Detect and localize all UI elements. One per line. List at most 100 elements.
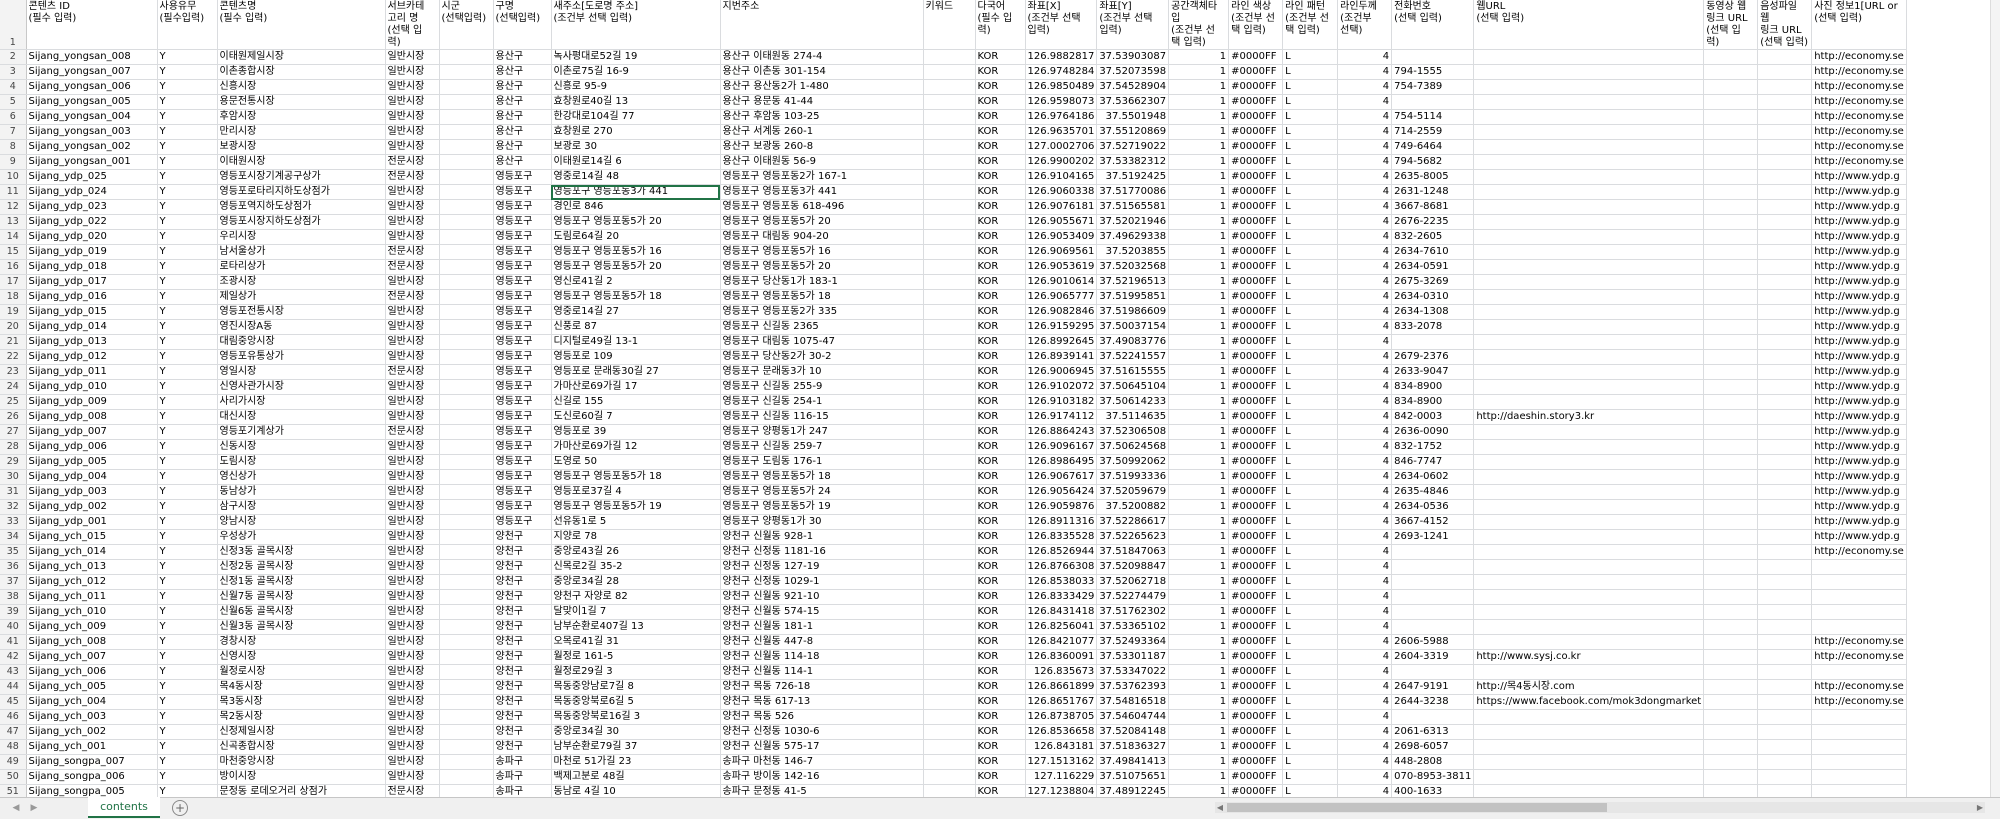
cell[interactable]: L	[1282, 589, 1339, 605]
cell[interactable]	[1703, 604, 1759, 620]
cell[interactable]: 1	[1168, 184, 1230, 200]
header-cell[interactable]: 공간객체타 입 (조건부 선 택 입력)	[1168, 0, 1230, 50]
cell[interactable]: 삼구시장	[217, 499, 386, 515]
cell[interactable]: 37.53301187	[1096, 649, 1170, 665]
cell[interactable]: 2634-7610	[1391, 244, 1475, 260]
cell[interactable]	[923, 349, 976, 365]
cell[interactable]: KOR	[975, 199, 1026, 215]
cell[interactable]	[1757, 244, 1813, 260]
cell[interactable]: 일반시장	[385, 79, 440, 95]
row-number[interactable]: 17	[0, 274, 27, 290]
cell[interactable]: 2635-4846	[1391, 484, 1475, 500]
cell[interactable]: 1	[1168, 274, 1230, 290]
cell[interactable]: Y	[157, 589, 218, 605]
row-number[interactable]: 49	[0, 754, 27, 770]
cell[interactable]: 846-7747	[1391, 454, 1475, 470]
cell[interactable]: #0000FF	[1228, 754, 1284, 770]
cell[interactable]	[1473, 124, 1705, 140]
cell[interactable]: #0000FF	[1228, 769, 1284, 785]
add-sheet-icon[interactable]: +	[172, 800, 188, 816]
cell[interactable]	[1391, 559, 1475, 575]
cell[interactable]: #0000FF	[1228, 169, 1284, 185]
cell[interactable]: 일반시장	[385, 544, 440, 560]
cell[interactable]: 4	[1337, 529, 1393, 545]
cell[interactable]: 37.55120869	[1096, 124, 1170, 140]
cell[interactable]	[439, 154, 494, 170]
cell[interactable]: KOR	[975, 679, 1026, 695]
cell[interactable]: Y	[157, 154, 218, 170]
cell[interactable]: 일반시장	[385, 304, 440, 320]
cell[interactable]: 일반시장	[385, 394, 440, 410]
cell[interactable]: KOR	[975, 754, 1026, 770]
cell[interactable]: Sijang_yongsan_006	[26, 79, 158, 95]
cell[interactable]	[1757, 664, 1813, 680]
cell[interactable]	[923, 94, 976, 110]
cell[interactable]	[1757, 559, 1813, 575]
cell[interactable]	[1811, 709, 1907, 725]
cell[interactable]	[1473, 139, 1705, 155]
cell[interactable]	[1473, 724, 1705, 740]
row-number[interactable]: 34	[0, 529, 27, 545]
cell[interactable]: L	[1282, 124, 1339, 140]
cell[interactable]: 1	[1168, 229, 1230, 245]
cell[interactable]: Sijang_ydp_001	[26, 514, 158, 530]
cell[interactable]	[1473, 169, 1705, 185]
cell[interactable]	[1757, 94, 1813, 110]
cell[interactable]	[923, 424, 976, 440]
cell[interactable]: 126.9065777	[1025, 289, 1098, 305]
cell[interactable]: 일반시장	[385, 649, 440, 665]
cell[interactable]: 양천구 신월동 114-18	[720, 649, 924, 665]
cell[interactable]: #0000FF	[1228, 334, 1284, 350]
cell[interactable]: Y	[157, 754, 218, 770]
cell[interactable]: Sijang_ych_012	[26, 574, 158, 590]
cell[interactable]: Sijang_ydp_003	[26, 484, 158, 500]
cell[interactable]: Sijang_ydp_008	[26, 409, 158, 425]
cell[interactable]: 목동중앙북로16길 3	[551, 709, 721, 725]
cell[interactable]: L	[1282, 244, 1339, 260]
cell[interactable]: 이촌종합시장	[217, 64, 386, 80]
cell[interactable]: 양천구 목동 617-13	[720, 694, 924, 710]
row-number[interactable]: 40	[0, 619, 27, 635]
cell[interactable]: 126.9082846	[1025, 304, 1098, 320]
cell[interactable]: 신영사관가시장	[217, 379, 386, 395]
cell[interactable]: 신월7동 골목시장	[217, 589, 386, 605]
cell[interactable]: 126.8651767	[1025, 694, 1098, 710]
cell[interactable]: #0000FF	[1228, 424, 1284, 440]
cell[interactable]	[439, 334, 494, 350]
header-cell[interactable]: 좌표[X] (조건부 선택 입력)	[1025, 0, 1098, 50]
cell[interactable]: KOR	[975, 409, 1026, 425]
cell[interactable]: 용산구	[493, 49, 552, 65]
row-number[interactable]: 37	[0, 574, 27, 590]
cell[interactable]: 37.54604744	[1096, 709, 1170, 725]
cell[interactable]: Y	[157, 304, 218, 320]
cell[interactable]: 1	[1168, 214, 1230, 230]
cell[interactable]: 용산구 용산동2가 1-480	[720, 79, 924, 95]
cell[interactable]	[923, 469, 976, 485]
cell[interactable]: 1	[1168, 454, 1230, 470]
cell[interactable]: 전문시장	[385, 364, 440, 380]
cell[interactable]: 4	[1337, 304, 1393, 320]
cell[interactable]: #0000FF	[1228, 139, 1284, 155]
cell[interactable]: Y	[157, 679, 218, 695]
cell[interactable]: 영등포구 양평동1가 30	[720, 514, 924, 530]
cell[interactable]: L	[1282, 349, 1339, 365]
cell[interactable]: 4	[1337, 544, 1393, 560]
cell[interactable]: 효창원로 270	[551, 124, 721, 140]
cell[interactable]: 영진시장A동	[217, 319, 386, 335]
cell[interactable]: 영등포구 영등포동5가 20	[551, 214, 721, 230]
cell[interactable]: Y	[157, 184, 218, 200]
cell[interactable]: 송파구	[493, 754, 552, 770]
cell[interactable]	[1391, 544, 1475, 560]
cell[interactable]	[923, 109, 976, 125]
cell[interactable]: 1	[1168, 154, 1230, 170]
cell[interactable]: #0000FF	[1228, 724, 1284, 740]
cell[interactable]: L	[1282, 529, 1339, 545]
cell[interactable]: 신정2동 골목시장	[217, 559, 386, 575]
cell[interactable]	[1811, 574, 1907, 590]
cell[interactable]: #0000FF	[1228, 514, 1284, 530]
cell[interactable]: 영등포구 신길동 116-15	[720, 409, 924, 425]
row-number[interactable]: 2	[0, 49, 27, 65]
cell[interactable]: 만리시장	[217, 124, 386, 140]
cell[interactable]	[1757, 709, 1813, 725]
cell[interactable]: 126.8911316	[1025, 514, 1098, 530]
